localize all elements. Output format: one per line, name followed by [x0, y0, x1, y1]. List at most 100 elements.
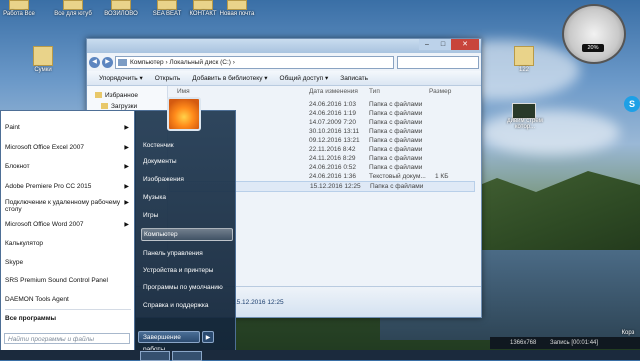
submenu-arrow-icon: ▶	[124, 222, 129, 228]
cell-type: Папка с файлами	[369, 101, 423, 108]
desktop-icon-label: ВОЗИЛОВО	[104, 11, 138, 17]
cell-type: Текстовый докум...	[369, 173, 426, 180]
computer-icon	[118, 58, 127, 66]
column-date[interactable]: Дата изменения	[309, 88, 358, 95]
shutdown-button[interactable]: Завершение работы	[138, 331, 200, 353]
program-item[interactable]: Skype	[5, 259, 131, 266]
desktop-icon[interactable]: ВОЗИЛОВО	[102, 0, 140, 17]
user-picture-icon[interactable]	[167, 97, 201, 131]
desktop-icon-label: Работа Все	[3, 11, 35, 17]
desktop-icon-recycle[interactable]: Корз	[616, 330, 640, 336]
program-item[interactable]: Калькулятор	[5, 240, 131, 247]
submenu-arrow-icon: ▶	[124, 200, 129, 206]
minimize-button[interactable]: –	[419, 39, 435, 50]
submenu-arrow-icon: ▶	[124, 184, 129, 190]
desktop-icon[interactable]: SEA BEAT	[148, 0, 186, 17]
place-item[interactable]: Музыка	[141, 192, 231, 203]
cpu-meter-gadget[interactable]: 20%	[562, 4, 626, 64]
cell-date: 15.12.2016 12:25	[310, 183, 361, 190]
cell-date: 22.11.2016 8:42	[309, 146, 356, 153]
desktop-icon[interactable]: Новая почта	[218, 0, 256, 17]
program-label: Skype	[5, 259, 24, 266]
program-label: DAEMON Tools Agent	[5, 296, 69, 303]
program-item[interactable]: Adobe Premiere Pro CC 2015 ▶	[5, 183, 131, 190]
column-size[interactable]: Размер	[429, 88, 451, 95]
folder-icon	[63, 0, 83, 10]
cell-type: Папка с файлами	[369, 128, 423, 135]
desktop-icon-122[interactable]: 122	[505, 46, 543, 73]
submenu-arrow-icon: ▶	[124, 164, 129, 170]
nav-favorites[interactable]: Избранное	[95, 92, 138, 99]
cell-type: Папка с файлами	[369, 119, 423, 126]
program-label: Microsoft Office Excel 2007	[5, 144, 84, 151]
maximize-button[interactable]: □	[435, 39, 451, 50]
program-item[interactable]: DAEMON Tools Agent	[5, 296, 131, 303]
place-item[interactable]: Справка и поддержка	[141, 300, 231, 311]
desktop-icon-label: Сумки	[34, 67, 52, 73]
wallpaper-cloud	[480, 110, 620, 155]
close-button[interactable]: ✕	[451, 39, 479, 50]
video-thumbnail-icon[interactable]	[512, 103, 536, 119]
table-row[interactable]: 24.06.2016 1:03 Папка с файлами	[169, 100, 475, 109]
cell-type: Папка с файлами	[370, 183, 424, 190]
place-item[interactable]: Программы по умолчанию	[141, 282, 231, 293]
desktop-icon[interactable]: Работа Все	[0, 0, 38, 17]
cell-type: Папка с файлами	[369, 137, 423, 144]
nav-downloads[interactable]: Загрузки	[101, 103, 137, 110]
desktop-icon-label: КОНТАКТ	[189, 11, 217, 17]
record-status: Запись [00:01:44]	[550, 340, 599, 346]
folder-icon	[157, 0, 177, 10]
shutdown-options-arrow-icon[interactable]: ▶	[202, 331, 214, 343]
program-item[interactable]: Microsoft Office Word 2007 ▶	[5, 221, 131, 228]
folder-icon	[9, 0, 29, 10]
forward-arrow-icon[interactable]: ▶	[102, 56, 113, 68]
star-icon	[95, 92, 102, 99]
desktop-icon-label: Все для ютуб	[54, 11, 92, 17]
place-item[interactable]: Устройства и принтеры	[141, 265, 231, 276]
program-label: Microsoft Office Word 2007	[5, 221, 84, 228]
toolbar-item[interactable]: Упорядочить ▾	[99, 74, 143, 82]
program-item[interactable]: Блокнот ▶	[5, 163, 131, 170]
skype-icon[interactable]: S	[624, 96, 640, 112]
place-item[interactable]: Компьютер	[141, 228, 233, 241]
place-item[interactable]: Документы	[141, 156, 231, 167]
column-type[interactable]: Тип	[369, 88, 380, 95]
folder-icon	[33, 46, 53, 66]
toolbar-item[interactable]: Общий доступ ▾	[280, 74, 329, 82]
program-item[interactable]: Подключение к удаленному рабочему столу ▶	[5, 199, 131, 213]
place-item[interactable]: Игры	[141, 210, 231, 221]
address-bar[interactable]: Компьютер › Локальный диск (C:) ›	[115, 55, 394, 69]
place-item[interactable]: Изображения	[141, 174, 231, 185]
cell-date: 24.11.2016 8:29	[309, 155, 356, 162]
desktop-icon-label: дивим стрем котор...	[507, 118, 543, 130]
start-search-input[interactable]: Найти программы и файлы	[4, 333, 130, 344]
address-text: Компьютер › Локальный диск (C:) ›	[130, 58, 235, 66]
cell-date: 30.10.2016 13:11	[309, 128, 360, 135]
details-date: 15.12.2016 12:25	[233, 299, 284, 306]
program-item[interactable]: SRS Premium Sound Control Panel	[5, 277, 131, 284]
program-item[interactable]: Microsoft Office Excel 2007 ▶	[5, 144, 131, 151]
desktop-icon-bags[interactable]: Сумки	[24, 46, 62, 73]
search-input[interactable]	[397, 55, 479, 69]
desktop-icon-label: Корз	[621, 330, 635, 336]
program-label: Paint	[5, 124, 20, 131]
folder-icon	[193, 0, 213, 10]
program-item[interactable]: Paint ▶	[5, 124, 131, 131]
gadget-percent: 20%	[582, 44, 604, 52]
program-label: Подключение к удаленному рабочему столу	[5, 199, 121, 213]
start-menu-programs: Paint ▶ Microsoft Office Excel 2007 ▶ Блокно…	[0, 110, 136, 352]
toolbar-item[interactable]: Записать	[340, 75, 368, 82]
desktop-icon[interactable]: Все для ютуб	[54, 0, 92, 17]
desktop-icon[interactable]: КОНТАКТ	[184, 0, 222, 17]
folder-icon	[227, 0, 247, 10]
all-programs-button[interactable]: Все программы	[5, 315, 131, 322]
back-arrow-icon[interactable]: ◀	[89, 56, 100, 68]
cell-size: 1 КБ	[435, 173, 449, 180]
place-item[interactable]: Панель управления	[141, 248, 231, 259]
toolbar-item[interactable]: Добавить в библиотеку ▾	[192, 74, 267, 82]
column-name[interactable]: Имя	[177, 88, 190, 95]
address-bar-row: ◀ ▶ Компьютер › Локальный диск (C:) ›	[89, 55, 479, 69]
toolbar-item[interactable]: Открыть	[155, 75, 181, 82]
place-item[interactable]: Костенчик	[141, 140, 231, 151]
desktop-icon-video[interactable]: дивим стрем котор...	[502, 118, 548, 130]
